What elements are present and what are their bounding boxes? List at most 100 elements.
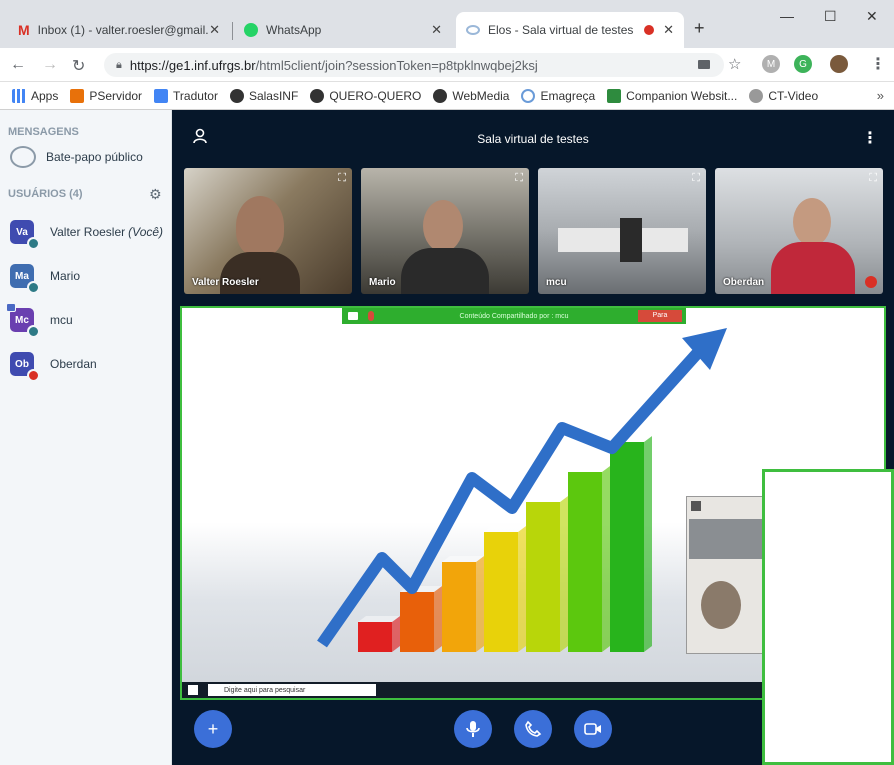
- fullscreen-icon[interactable]: ⛶: [338, 172, 346, 185]
- bookmark-quero-quero[interactable]: QUERO-QUERO: [310, 88, 422, 103]
- mic-status-icon: [27, 237, 40, 250]
- preview-person: [701, 581, 741, 629]
- user-name: Valter Roesler: [50, 225, 126, 239]
- companion-p-icon: [607, 88, 622, 103]
- user-you-tag: (Você): [128, 225, 164, 239]
- forward-icon[interactable]: →: [42, 56, 58, 74]
- fullscreen-icon[interactable]: ⛶: [515, 172, 523, 185]
- screen: M Inbox (1) - valter.roesler@gmail.c ✕ W…: [0, 0, 894, 765]
- bookmark-emagreca[interactable]: Emagreça: [521, 88, 595, 103]
- bookmark-salasinf[interactable]: SalasINF: [229, 88, 298, 103]
- user-item-valter[interactable]: Va Valter Roesler (Você): [10, 220, 164, 250]
- elos-icon: [466, 25, 480, 35]
- more-bookmarks-icon[interactable]: »: [877, 88, 884, 103]
- chair-shape: [620, 218, 642, 262]
- extension-m-icon[interactable]: M: [762, 55, 780, 73]
- tab-label: Inbox (1) - valter.roesler@gmail.c: [37, 23, 208, 37]
- tab-label: WhatsApp: [266, 23, 322, 37]
- tab-divider: [232, 22, 233, 40]
- avatar-initials: Ma: [15, 270, 29, 282]
- gear-icon[interactable]: ⚙: [149, 186, 162, 203]
- user-item-mario[interactable]: Ma Mario: [10, 264, 80, 294]
- address-toolbar: ← → ↻ 🔒︎ https://ge1.inf.ufrgs.br /html5…: [0, 48, 894, 82]
- avatar: Ob: [10, 352, 40, 382]
- chart-bar: [358, 616, 400, 652]
- chart-bar: [610, 436, 652, 652]
- video-name: mcu: [546, 277, 567, 288]
- emagreca-icon: [521, 88, 536, 103]
- bookmark-companion[interactable]: Companion Websit...: [607, 88, 737, 103]
- video-tile-mario[interactable]: ⛶ Mario: [361, 168, 529, 294]
- star-icon[interactable]: ☆: [728, 55, 741, 73]
- user-item-oberdan[interactable]: Ob Oberdan: [10, 352, 97, 382]
- chart-bar: [442, 556, 484, 652]
- close-icon[interactable]: ✕: [663, 22, 674, 38]
- video-tile-valter[interactable]: ⛶ Valter Roesler: [184, 168, 352, 294]
- video-tile-mcu[interactable]: ⛶ mcu: [538, 168, 706, 294]
- bookmarks-bar: Apps PServidor Tradutor SalasINF QUERO-Q…: [0, 82, 894, 110]
- mic-status-icon: [27, 281, 40, 294]
- mic-muted-icon: [27, 369, 40, 382]
- minimize-button[interactable]: —: [780, 8, 794, 24]
- taskbar-search[interactable]: Digite aqui para pesquisar: [208, 684, 376, 696]
- close-icon: [691, 501, 701, 511]
- user-item-mcu[interactable]: Mc mcu: [6, 303, 73, 338]
- bookmark-label: Apps: [31, 88, 59, 103]
- fullscreen-icon[interactable]: ⛶: [692, 172, 700, 185]
- url-field[interactable]: 🔒︎ https://ge1.inf.ufrgs.br /html5client…: [104, 53, 724, 77]
- preview-room: [689, 519, 769, 559]
- overlay-panel: [762, 469, 894, 765]
- grammarly-icon[interactable]: G: [794, 55, 812, 73]
- chart-bar: [400, 586, 442, 652]
- participant-silhouette: [793, 198, 831, 246]
- tab-elos[interactable]: Elos - Sala virtual de testes ✕: [456, 12, 684, 48]
- profile-avatar[interactable]: [830, 55, 848, 73]
- avatar: Mc: [6, 303, 40, 338]
- close-icon[interactable]: ✕: [431, 22, 442, 38]
- new-tab-button[interactable]: +: [694, 18, 705, 39]
- avatar: Ma: [10, 264, 40, 294]
- translate-icon: [154, 88, 169, 103]
- close-icon[interactable]: ✕: [209, 22, 220, 38]
- maximize-button[interactable]: ☐: [824, 8, 837, 25]
- taskbar-search-text: Digite aqui para pesquisar: [224, 686, 306, 694]
- gmail-icon: M: [18, 22, 30, 38]
- window-close-button[interactable]: ✕: [866, 8, 878, 25]
- video-name: Valter Roesler: [192, 277, 259, 288]
- public-chat-item[interactable]: Bate-papo público: [10, 146, 143, 168]
- avatar-initials: Mc: [15, 314, 29, 326]
- phone-icon: [525, 720, 542, 737]
- video-tile-oberdan[interactable]: ⛶ Oberdan: [715, 168, 883, 294]
- camera-button[interactable]: [574, 710, 612, 748]
- participants-sidebar: MENSAGENS Bate-papo público USUÁRIOS (4)…: [0, 110, 172, 765]
- bookmark-tradutor[interactable]: Tradutor: [154, 88, 218, 103]
- users-title: USUÁRIOS (4): [8, 188, 83, 200]
- recording-icon: [644, 25, 654, 35]
- camera-permission-icon[interactable]: [698, 60, 710, 69]
- tab-label: Elos - Sala virtual de testes: [488, 23, 634, 37]
- mic-button[interactable]: [454, 710, 492, 748]
- actions-plus-button[interactable]: +: [194, 710, 232, 748]
- bookmark-pservidor[interactable]: PServidor: [70, 88, 143, 103]
- tab-whatsapp[interactable]: WhatsApp ✕: [234, 12, 452, 48]
- reload-icon[interactable]: ↻: [72, 56, 85, 76]
- browser-menu-icon[interactable]: ⋮: [870, 54, 886, 74]
- whatsapp-icon: [244, 23, 258, 37]
- pservidor-icon: [70, 88, 85, 103]
- back-icon[interactable]: ←: [10, 56, 26, 74]
- fullscreen-icon[interactable]: ⛶: [869, 172, 877, 185]
- windows-start-icon[interactable]: [188, 685, 198, 695]
- video-name: Mario: [369, 277, 396, 288]
- tab-gmail[interactable]: M Inbox (1) - valter.roesler@gmail.c ✕: [8, 12, 230, 48]
- bookmark-ct-video[interactable]: CT-Video: [749, 88, 818, 103]
- participant-silhouette: [423, 200, 463, 252]
- leave-audio-button[interactable]: [514, 710, 552, 748]
- user-name: Oberdan: [50, 357, 97, 371]
- more-options-icon[interactable]: ⋮: [862, 128, 878, 148]
- bookmark-webmedia[interactable]: WebMedia: [433, 88, 509, 103]
- bookmark-label: QUERO-QUERO: [329, 88, 422, 103]
- avatar-initials: Ob: [15, 358, 29, 370]
- public-chat-label: Bate-papo público: [46, 150, 143, 164]
- bookmark-apps[interactable]: Apps: [12, 88, 59, 103]
- bookmark-label: PServidor: [89, 88, 143, 103]
